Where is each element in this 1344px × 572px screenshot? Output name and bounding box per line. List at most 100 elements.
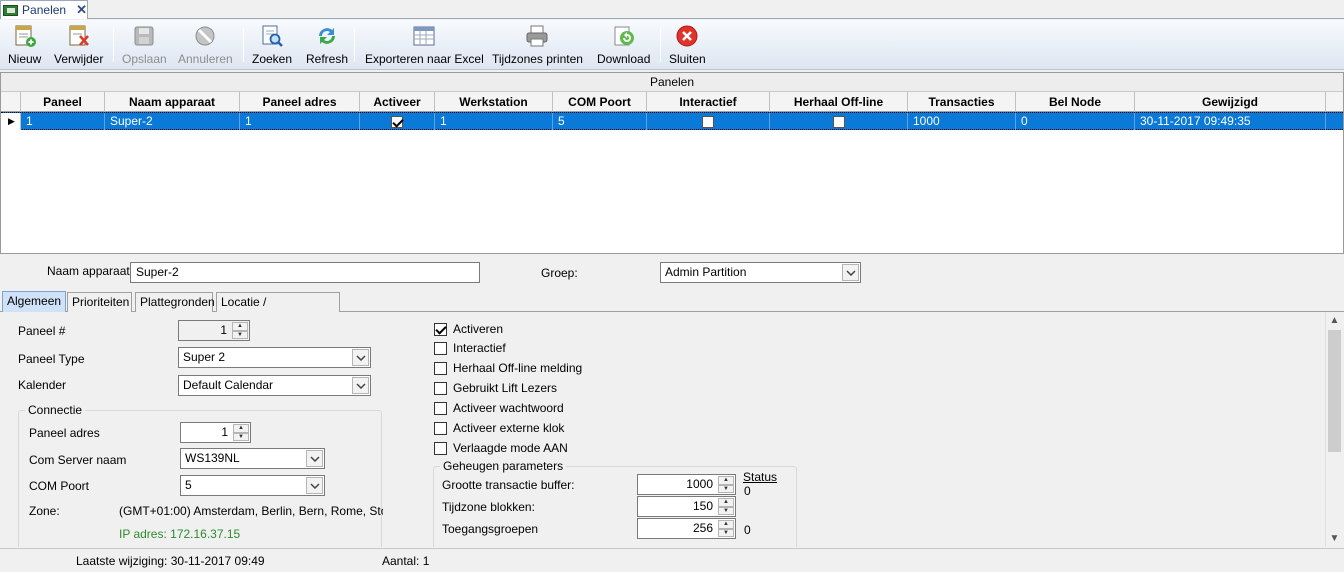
spin-up-icon[interactable]: ▲ xyxy=(718,498,734,507)
tab-locatie-opmerkingen[interactable]: Locatie / Opmerkingen xyxy=(216,292,340,328)
print-timezones-button-label: Tijdzones printen xyxy=(492,52,583,66)
wachtwoord-checkbox[interactable]: Activeer wachtwoord xyxy=(434,401,564,415)
spin-down-icon[interactable]: ▼ xyxy=(233,432,249,441)
paneel-adres-label: Paneel adres xyxy=(29,426,100,440)
tijdzone-blokken-label: Tijdzone blokken: xyxy=(442,500,535,514)
scroll-down-icon[interactable]: ▼ xyxy=(1326,530,1343,547)
kalender-select[interactable]: Default Calendar xyxy=(178,375,371,396)
paneel-adres-stepper[interactable]: 1 ▲ ▼ xyxy=(180,422,251,443)
toegangsgroepen-stepper[interactable]: 256 ▲ ▼ xyxy=(637,518,736,539)
close-button[interactable]: Sluiten xyxy=(669,22,706,68)
tijdzone-blokken-stepper[interactable]: 150 ▲ ▼ xyxy=(637,496,736,517)
column-header-bel-node[interactable]: Bel Node xyxy=(1016,92,1135,112)
activeren-label: Activeren xyxy=(453,322,504,336)
table-row[interactable]: ▶ 1 Super-2 1 1 5 1000 0 30-11-2017 09:4… xyxy=(1,112,1343,130)
tijdzone-blokken-value: 150 xyxy=(692,499,713,513)
delete-button[interactable]: Verwijder xyxy=(54,22,103,68)
spin-down-icon[interactable]: ▼ xyxy=(718,506,734,515)
spin-down-icon[interactable]: ▼ xyxy=(232,330,248,339)
transactie-buffer-status: 0 xyxy=(744,484,751,498)
tab-prioriteiten[interactable]: Prioriteiten xyxy=(67,292,132,312)
kalender-label: Kalender xyxy=(18,378,67,392)
row-selector-header xyxy=(1,92,21,112)
externe-klok-label: Activeer externe klok xyxy=(453,421,565,435)
paneel-number-stepper[interactable]: 1 ▲ ▼ xyxy=(178,320,250,341)
checkbox-icon xyxy=(434,401,447,415)
column-header-naam[interactable]: Naam apparaat xyxy=(105,92,240,112)
column-header-adres[interactable]: Paneel adres xyxy=(240,92,360,112)
lift-lezers-checkbox[interactable]: Gebruikt Lift Lezers xyxy=(434,381,557,395)
naam-apparaat-input[interactable]: Super-2 xyxy=(130,262,480,283)
spin-down-icon[interactable]: ▼ xyxy=(718,484,734,493)
transactie-buffer-stepper[interactable]: 1000 ▲ ▼ xyxy=(637,474,736,495)
column-header-paneel[interactable]: Paneel xyxy=(21,92,105,112)
groep-select[interactable]: Admin Partition xyxy=(660,262,861,283)
toolbar: Nieuw Verwijder Opslaan Annuleren Zoeken… xyxy=(0,20,1344,70)
column-header-transacties[interactable]: Transacties xyxy=(908,92,1016,112)
spin-up-icon[interactable]: ▲ xyxy=(718,520,734,529)
herhaal-offline-label: Herhaal Off-line melding xyxy=(453,361,583,375)
new-button[interactable]: Nieuw xyxy=(8,22,41,68)
externe-klok-checkbox[interactable]: Activeer externe klok xyxy=(434,421,564,435)
paneel-type-value: Super 2 xyxy=(183,350,226,364)
herhaal-offline-checkbox[interactable]: Herhaal Off-line melding xyxy=(434,361,582,375)
tab-algemeen[interactable]: Algemeen xyxy=(2,291,66,313)
vertical-scrollbar[interactable]: ▲ ▼ xyxy=(1325,312,1342,547)
paneel-type-label: Paneel Type xyxy=(18,352,85,366)
groep-select-value: Admin Partition xyxy=(665,265,747,279)
chevron-down-icon[interactable] xyxy=(306,450,323,467)
save-icon xyxy=(131,22,157,50)
verlaagde-mode-checkbox[interactable]: Verlaagde mode AAN xyxy=(434,441,568,455)
column-header-activeer[interactable]: Activeer xyxy=(360,92,435,112)
chevron-down-icon[interactable] xyxy=(306,477,323,494)
download-button[interactable]: Download xyxy=(597,22,650,68)
spin-up-icon[interactable]: ▲ xyxy=(718,476,734,485)
document-tab-strip: Panelen ✕ xyxy=(0,0,1344,19)
column-header-com-poort[interactable]: COM Poort xyxy=(553,92,647,112)
refresh-button[interactable]: Refresh xyxy=(306,22,348,68)
com-poort-select[interactable]: 5 xyxy=(180,475,325,496)
export-excel-button-label: Exporteren naar Excel xyxy=(365,52,484,66)
tab-panelen-label: Panelen xyxy=(22,3,67,17)
activeren-checkbox[interactable]: Activeren xyxy=(434,322,503,336)
export-excel-button[interactable]: Exporteren naar Excel xyxy=(365,22,484,68)
activeer-checkbox[interactable] xyxy=(391,115,403,128)
spin-up-icon[interactable]: ▲ xyxy=(232,322,248,331)
chevron-down-icon[interactable] xyxy=(842,264,859,281)
spin-down-icon[interactable]: ▼ xyxy=(718,528,734,537)
cancel-button[interactable]: Annuleren xyxy=(178,22,233,68)
column-header-herhaal[interactable]: Herhaal Off-line xyxy=(770,92,908,112)
tab-plattegronden[interactable]: Plattegronden xyxy=(135,292,215,312)
close-tab-icon[interactable]: ✕ xyxy=(76,2,87,18)
close-icon xyxy=(674,22,700,50)
cell-paneel: 1 xyxy=(21,113,105,130)
herhaal-checkbox[interactable] xyxy=(832,115,845,128)
checkbox-icon xyxy=(434,361,447,375)
paneel-type-select[interactable]: Super 2 xyxy=(178,347,371,368)
cell-adres: 1 xyxy=(240,113,360,130)
column-header-gewijzigd[interactable]: Gewijzigd xyxy=(1135,92,1326,112)
transactie-buffer-label: Grootte transactie buffer: xyxy=(442,478,575,492)
search-button[interactable]: Zoeken xyxy=(252,22,292,68)
interactief-checkbox[interactable] xyxy=(702,115,714,128)
paneel-number-label: Paneel # xyxy=(18,324,66,338)
chevron-down-icon[interactable] xyxy=(352,377,369,394)
scroll-thumb[interactable] xyxy=(1328,330,1341,452)
cancel-icon xyxy=(192,22,218,50)
checkbox-icon xyxy=(434,381,447,395)
print-timezones-button[interactable]: Tijdzones printen xyxy=(492,22,583,68)
checkbox-checked-icon xyxy=(434,322,447,336)
tab-panelen[interactable]: Panelen ✕ xyxy=(0,0,88,19)
spin-up-icon[interactable]: ▲ xyxy=(233,424,249,433)
form-tab-strip: Algemeen Prioriteiten Plattegronden Loca… xyxy=(0,291,1344,328)
save-button[interactable]: Opslaan xyxy=(122,22,167,68)
toegangsgroepen-value: 256 xyxy=(692,521,713,535)
scroll-up-icon[interactable]: ▲ xyxy=(1326,312,1343,329)
com-server-select[interactable]: WS139NL xyxy=(180,448,325,469)
interactief-option-checkbox[interactable]: Interactief xyxy=(434,341,506,355)
column-header-interactief[interactable]: Interactief xyxy=(647,92,770,112)
close-button-label: Sluiten xyxy=(669,52,706,66)
chevron-down-icon[interactable] xyxy=(352,349,369,366)
com-poort-value: 5 xyxy=(185,478,192,492)
column-header-werkstation[interactable]: Werkstation xyxy=(435,92,553,112)
